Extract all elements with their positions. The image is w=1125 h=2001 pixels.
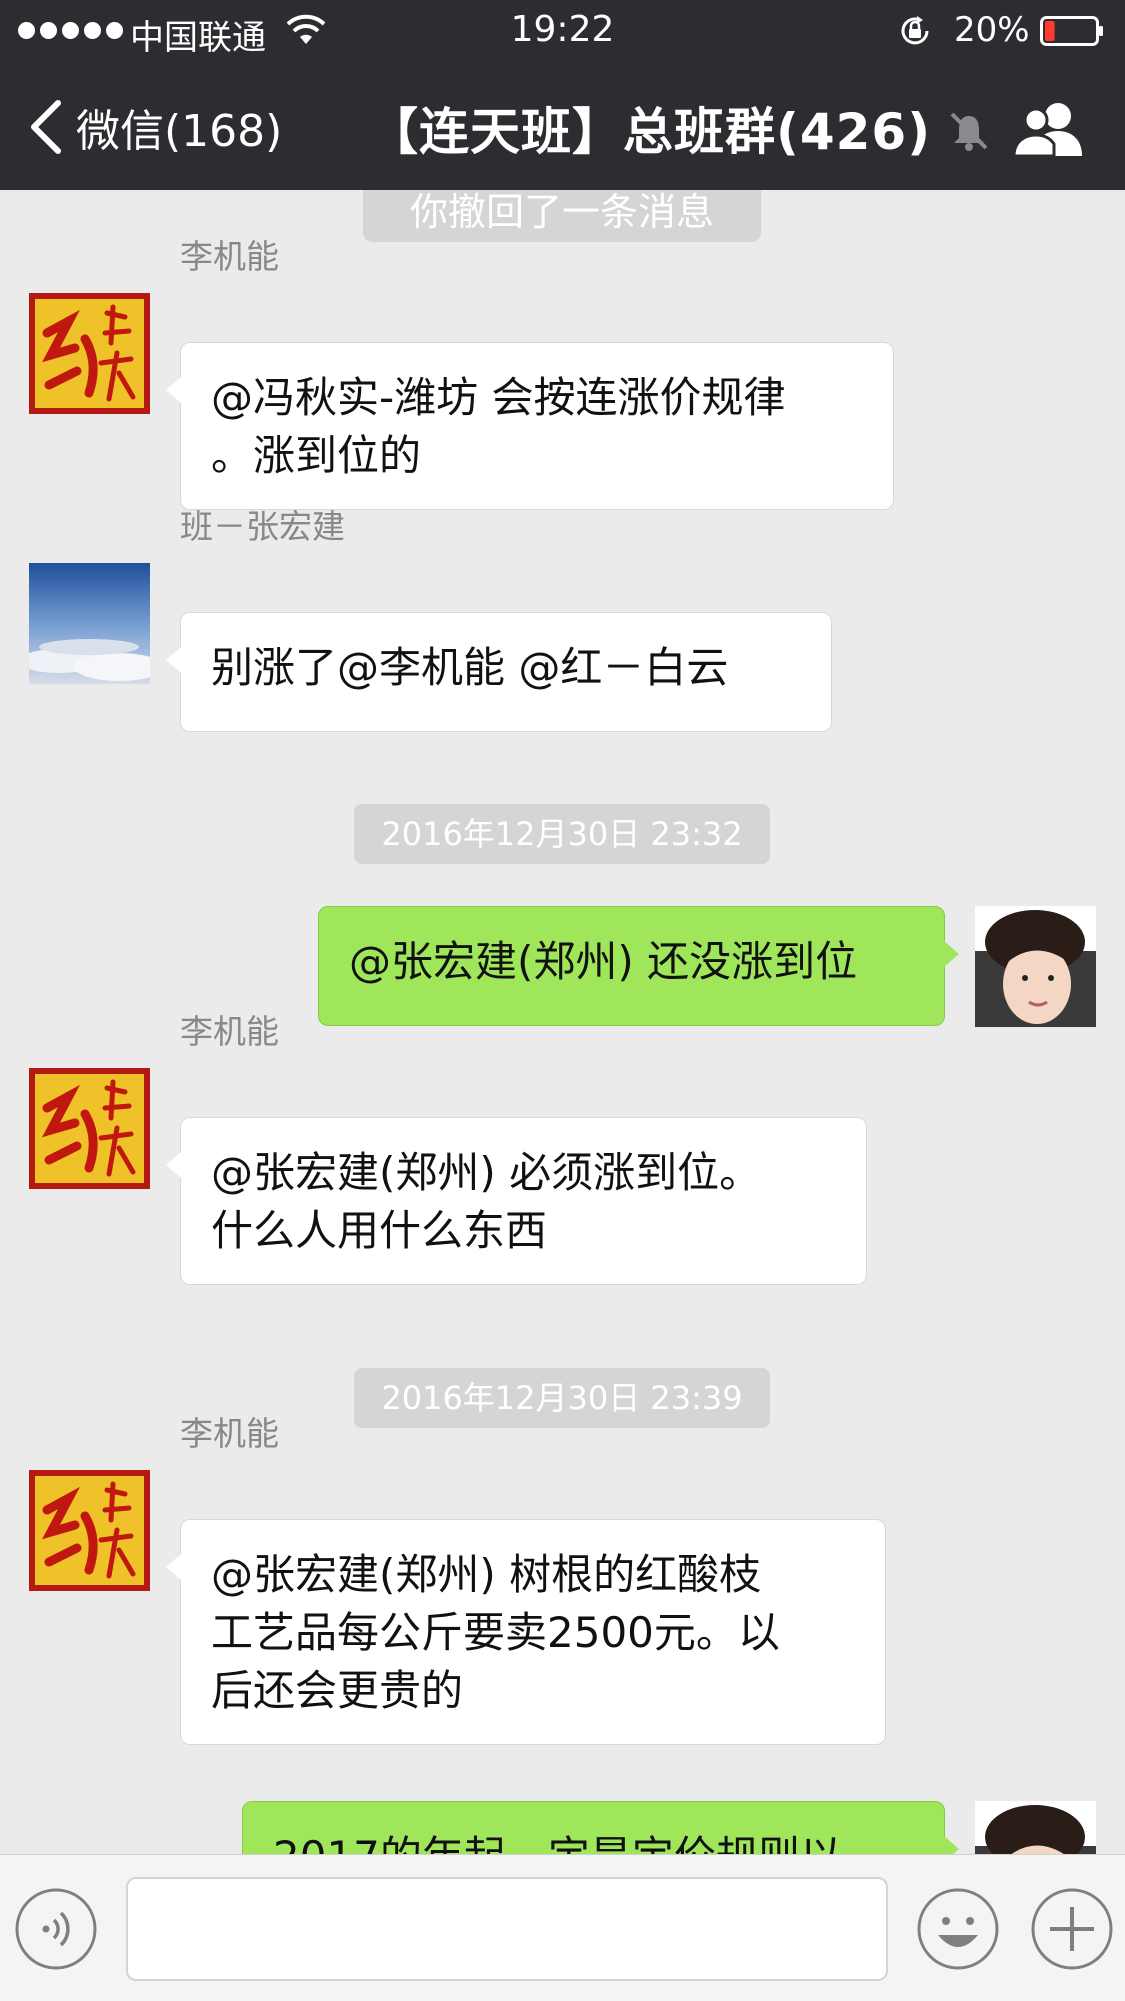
- message-line: @冯秋实-潍坊 会按连涨价规律: [211, 373, 786, 422]
- back-label: 微信(168): [76, 106, 283, 157]
- message-line: 2017的年起，定是定价规则以: [273, 1828, 914, 1854]
- chat-area[interactable]: 你撤回了一条消息 李机能 @冯秋实-潍坊 会按连涨价规律 。涨到位的 班－张宏建…: [0, 190, 1125, 1854]
- sender-name: 班－张宏建: [180, 507, 345, 546]
- message-line: 。涨到位的: [211, 431, 422, 480]
- nav-bar: 微信(168) 【连天班】总班群(426): [0, 62, 1125, 190]
- sky-clouds-avatar[interactable]: [29, 563, 150, 684]
- battery-percent: 20%: [954, 10, 1030, 50]
- input-bar: [0, 1854, 1125, 2001]
- message-bubble[interactable]: 别涨了@李机能 @红－白云: [166, 612, 832, 732]
- chevron-left-icon: [31, 100, 61, 154]
- voice-icon[interactable]: [14, 1887, 98, 1971]
- message-line: @张宏建(郑州) 必须涨到位。: [211, 1148, 762, 1197]
- message-bubble-outgoing[interactable]: 2017的年起，定是定价规则以: [242, 1801, 959, 1854]
- timestamp: 2016年12月30日 23:32: [354, 804, 770, 864]
- red-calligraphy-avatar[interactable]: [29, 293, 150, 414]
- message-bubble[interactable]: @张宏建(郑州) 树根的红酸枝 工艺品每公斤要卖2500元。以 后还会更贵的: [166, 1519, 886, 1745]
- message-line: 什么人用什么东西: [211, 1206, 548, 1255]
- message-line: 工艺品每公斤要卖2500元。以: [211, 1608, 780, 1657]
- sender-name: 李机能: [180, 1414, 279, 1453]
- back-button[interactable]: 微信(168): [26, 96, 282, 158]
- message-line: 别涨了@李机能 @红－白云: [211, 643, 729, 692]
- sender-name: 李机能: [180, 237, 279, 276]
- plus-icon[interactable]: [1030, 1887, 1114, 1971]
- rotation-lock-icon: [901, 16, 929, 45]
- chat-title: 【连天班】总班群(426): [368, 103, 932, 161]
- message-bubble[interactable]: @冯秋实-潍坊 会按连涨价规律 。涨到位的: [166, 342, 894, 510]
- message-input[interactable]: [126, 1877, 888, 1981]
- timestamp: 2016年12月30日 23:39: [354, 1368, 770, 1428]
- recalled-notice: 你撤回了一条消息: [363, 190, 761, 242]
- message-bubble[interactable]: @张宏建(郑州) 必须涨到位。 什么人用什么东西: [166, 1117, 867, 1285]
- sender-name: 李机能: [180, 1012, 279, 1051]
- girl-photo-avatar[interactable]: [975, 1801, 1096, 1854]
- red-calligraphy-avatar[interactable]: [29, 1068, 150, 1189]
- emoji-icon[interactable]: [916, 1887, 1000, 1971]
- message-line: @张宏建(郑州) 树根的红酸枝: [211, 1550, 762, 1599]
- mute-icon: [950, 112, 988, 151]
- group-members-icon[interactable]: [1012, 98, 1088, 158]
- status-bar: 中国联通 19:22 20%: [0, 0, 1125, 62]
- message-bubble-outgoing[interactable]: @张宏建(郑州) 还没涨到位: [318, 906, 959, 1026]
- red-calligraphy-avatar[interactable]: [29, 1470, 150, 1591]
- girl-photo-avatar[interactable]: [975, 906, 1096, 1027]
- message-line: 后还会更贵的: [211, 1666, 464, 1715]
- message-line: @张宏建(郑州) 还没涨到位: [349, 937, 858, 986]
- battery-icon: [1040, 16, 1103, 46]
